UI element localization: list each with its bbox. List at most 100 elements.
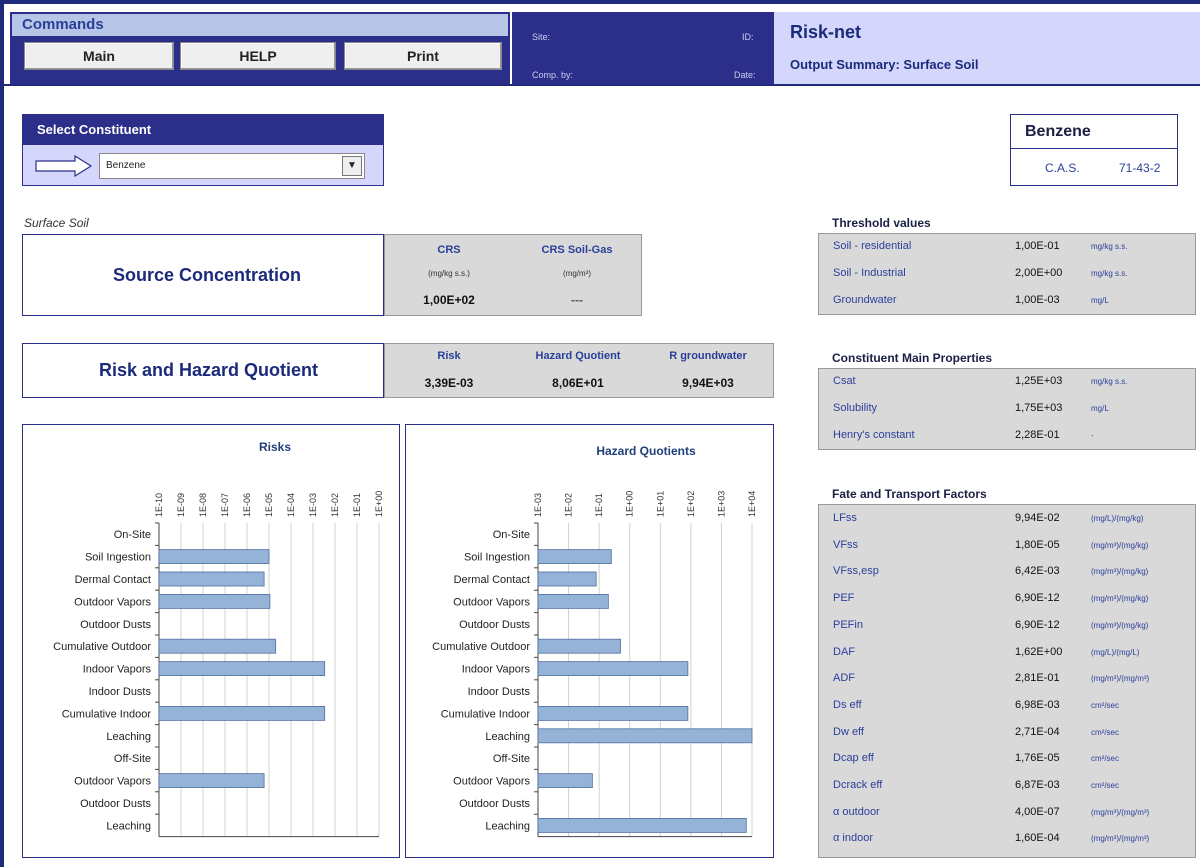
fate-row-name: DAF <box>833 645 855 658</box>
x-tick-label: 1E-03 <box>533 493 543 517</box>
site-label: Site: <box>532 32 551 42</box>
fate-title: Fate and Transport Factors <box>832 487 987 501</box>
threshold-row-value: 1,00E-03 <box>1015 294 1060 306</box>
x-tick-label: 1E-02 <box>330 493 340 517</box>
fate-row-unit: cm²/sec <box>1091 781 1119 790</box>
hazard-quotients-chart-svg: Hazard Quotients 1E-03 1E-02 1E-01 1E+00 1E+0… <box>432 444 757 838</box>
commands-panel: Commands Main HELP Print <box>10 12 510 84</box>
fate-row-value: 2,71E-04 <box>1015 725 1060 738</box>
properties-title: Constituent Main Properties <box>832 351 993 365</box>
fate-table: LFss 9,94E-02 (mg/L)/(mg/kg) VFss 1,80E-05 (m… <box>818 504 1196 858</box>
bar <box>158 571 265 587</box>
header-divider <box>4 84 1200 86</box>
bar <box>158 661 326 677</box>
category-label: Cumulative Outdoor <box>53 641 151 653</box>
bar <box>537 593 609 609</box>
dropdown-arrow-icon[interactable]: ▼ <box>342 156 362 176</box>
fate-row-value: 6,98E-03 <box>1015 698 1060 711</box>
bar <box>537 638 621 654</box>
category-label: Indoor Dusts <box>468 686 531 698</box>
risk-value: 3,39E-03 <box>424 376 474 390</box>
fate-row-name: α outdoor <box>833 805 880 818</box>
fate-row-unit: cm²/sec <box>1091 754 1119 764</box>
fate-row-unit: cm²/sec <box>1091 727 1119 737</box>
category-label: Cumulative Indoor <box>62 708 152 720</box>
chart-title: Risks <box>259 440 291 454</box>
fate-row-name: Dw eff <box>833 725 864 738</box>
app-subtitle: Output Summary: Surface Soil <box>790 57 979 72</box>
properties-row-value: 1,75E+03 <box>1015 402 1063 414</box>
category-label: Dermal Contact <box>454 574 530 586</box>
category-label: Outdoor Dusts <box>80 798 151 810</box>
cas-label: C.A.S. <box>1045 161 1080 175</box>
fate-row-value: 1,60E-04 <box>1015 832 1060 845</box>
risk-values-panel: Risk 3,39E-03 Hazard Quotient 8,06E+01 R… <box>384 343 774 398</box>
chart-title: Hazard Quotients <box>596 444 696 458</box>
x-tick-label: 1E-03 <box>308 493 318 517</box>
x-tick-label: 1E-07 <box>220 493 230 517</box>
fate-row-unit: cm²/sec <box>1091 700 1119 710</box>
date-label: Date: <box>734 70 756 80</box>
risk-hazard-label: Risk and Hazard Quotient <box>99 360 319 380</box>
crs-unit: (mg/kg s.s.) <box>428 269 470 278</box>
bar <box>158 705 326 721</box>
main-button[interactable]: Main <box>24 42 174 70</box>
crs-soil-gas-unit: (mg/m³) <box>563 269 591 278</box>
x-tick-label: 1E-01 <box>352 493 362 517</box>
fate-row-name: Dcrack eff <box>833 779 883 791</box>
fate-row-unit: (mg/m³)/(mg/m³) <box>1091 807 1150 817</box>
risks-chart: Risks 1E-10 1E-09 1E-08 1E-07 1E-06 1E-05 1E-04… <box>22 424 400 858</box>
category-label: Outdoor Vapors <box>453 596 530 608</box>
properties-row-name: Csat <box>833 375 856 387</box>
bar <box>537 773 593 789</box>
select-constituent-panel: Select Constituent Benzene ▼ <box>22 114 384 186</box>
fate-row-unit: (mg/m³)/(mg/kg) <box>1091 620 1149 630</box>
comp-by-label: Comp. by: <box>532 70 574 80</box>
x-tick-label: 1E-08 <box>198 493 208 517</box>
category-label: Outdoor Dusts <box>80 619 151 631</box>
category-label: Leaching <box>485 820 530 832</box>
category-label: Indoor Dusts <box>89 686 152 698</box>
fate-row-value: 1,76E-05 <box>1015 752 1060 765</box>
bar <box>158 773 265 789</box>
fate-row-unit: (mg/m³)/(mg/kg) <box>1091 594 1149 604</box>
fate-row-name: PEF <box>833 592 855 605</box>
properties-row-unit: mg/kg s.s. <box>1091 377 1128 386</box>
properties-row-value: 1,25E+03 <box>1015 375 1063 387</box>
fate-row-name: LFss <box>833 512 857 524</box>
fate-row-value: 9,94E-02 <box>1015 512 1060 524</box>
properties-row-value: 2,28E-01 <box>1015 429 1060 441</box>
properties-row-name: Henry's constant <box>833 429 915 441</box>
fate-row-unit: (mg/m³)/(mg/m³) <box>1091 834 1150 844</box>
bar <box>537 728 753 744</box>
constituent-name: Benzene <box>1011 115 1177 149</box>
category-label: Outdoor Vapors <box>453 776 530 788</box>
constituent-select[interactable]: Benzene ▼ <box>99 153 365 179</box>
risk-hazard-box: Risk and Hazard Quotient <box>22 343 384 398</box>
crs-header: CRS <box>437 244 461 256</box>
app-title: Risk-net <box>790 22 862 42</box>
bar <box>537 817 747 833</box>
source-concentration-label: Source Concentration <box>113 265 302 285</box>
help-button[interactable]: HELP <box>180 42 336 70</box>
category-label: Outdoor Dusts <box>459 619 530 631</box>
fate-row-name: Ds eff <box>833 698 862 711</box>
x-tick-label: 1E-06 <box>242 493 252 517</box>
commands-title: Commands <box>12 14 508 36</box>
threshold-row-name: Soil - Industrial <box>833 267 906 279</box>
category-label: Dermal Contact <box>75 574 151 586</box>
fate-row-unit: (mg/L)/(mg/L) <box>1091 647 1140 657</box>
hazard-quotient-value: 8,06E+01 <box>552 376 604 390</box>
x-tick-label: 1E-01 <box>594 493 604 517</box>
category-label: Soil Ingestion <box>85 552 151 564</box>
bar <box>537 571 597 587</box>
category-label: Off-Site <box>114 753 151 765</box>
print-button[interactable]: Print <box>344 42 502 70</box>
bar <box>537 661 689 677</box>
risks-chart-svg: Risks 1E-10 1E-09 1E-08 1E-07 1E-06 1E-05 1E-04… <box>53 440 384 838</box>
threshold-title: Threshold values <box>832 216 931 230</box>
properties-table: Csat 1,25E+03 mg/kg s.s. Solubility 1,75E+03… <box>818 368 1196 450</box>
category-label: Cumulative Outdoor <box>432 641 530 653</box>
fate-row-value: 6,87E-03 <box>1015 779 1060 791</box>
section-label: Surface Soil <box>24 216 89 230</box>
